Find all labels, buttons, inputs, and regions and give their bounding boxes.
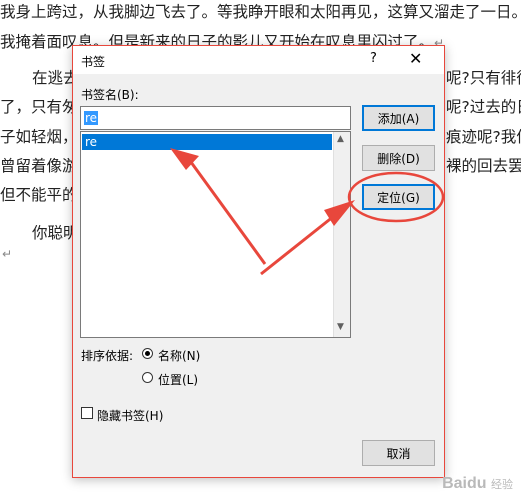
sort-location-label[interactable]: 位置(L) (158, 371, 198, 388)
bookmark-name-label: 书签名(B): (81, 88, 139, 102)
hidden-bookmarks-label[interactable]: 隐藏书签(H) (97, 407, 163, 424)
scroll-up-icon[interactable]: ▲ (337, 134, 344, 144)
sort-by-label: 排序依据: (81, 349, 134, 363)
doc-line-5: 子如轻烟， (0, 128, 78, 146)
paragraph-mark-2: ↵ (2, 247, 13, 261)
bookmark-dialog: 书签 ? ✕ 书签名(B): re re ▲ ▼ 添加(A) 删除(D) 定位(… (72, 45, 445, 478)
delete-button[interactable]: 删除(D) (362, 145, 435, 171)
doc-line-6: 曾留着像游 (0, 157, 78, 175)
cancel-button[interactable]: 取消 (362, 440, 435, 466)
list-item[interactable]: re (82, 134, 332, 150)
list-scrollbar[interactable]: ▲ ▼ (333, 132, 350, 337)
bookmark-name-value: re (84, 111, 99, 125)
doc-line-1: 我身上跨过，从我脚边飞去了。等我睁开眼和太阳再见，这算又溜走了一日。 (0, 3, 521, 21)
doc-line-4: 了，只有匆 (0, 98, 78, 116)
sort-location-radio[interactable] (142, 372, 153, 383)
doc-right-fragment-2: 呢?过去的日 (446, 98, 521, 116)
add-button[interactable]: 添加(A) (362, 105, 435, 131)
doc-line-7: 但不能平的 (0, 186, 78, 204)
watermark-sub: 经验 (491, 479, 513, 491)
bookmark-list[interactable]: re ▲ ▼ (80, 131, 351, 338)
help-button[interactable]: ? (370, 51, 377, 66)
dialog-titlebar: 书签 ? ✕ (73, 46, 444, 74)
doc-right-fragment-1: 呢?只有徘徊 (446, 69, 521, 87)
close-button[interactable]: ✕ (409, 49, 422, 68)
bookmark-name-input[interactable]: re (80, 106, 351, 130)
doc-right-fragment-3: 痕迹呢?我何 (446, 128, 521, 146)
scroll-down-icon[interactable]: ▼ (337, 322, 344, 332)
sort-name-label[interactable]: 名称(N) (158, 347, 200, 364)
watermark-text: Baidu (442, 475, 487, 492)
radio-selected-dot (145, 351, 150, 356)
dialog-title: 书签 (81, 55, 106, 69)
goto-button[interactable]: 定位(G) (362, 184, 435, 210)
doc-right-fragment-4: 裸的回去罢 (446, 157, 521, 175)
hidden-bookmarks-checkbox[interactable] (81, 407, 93, 419)
watermark: Baidu 经验 (442, 475, 513, 493)
sort-name-radio[interactable] (142, 348, 153, 359)
